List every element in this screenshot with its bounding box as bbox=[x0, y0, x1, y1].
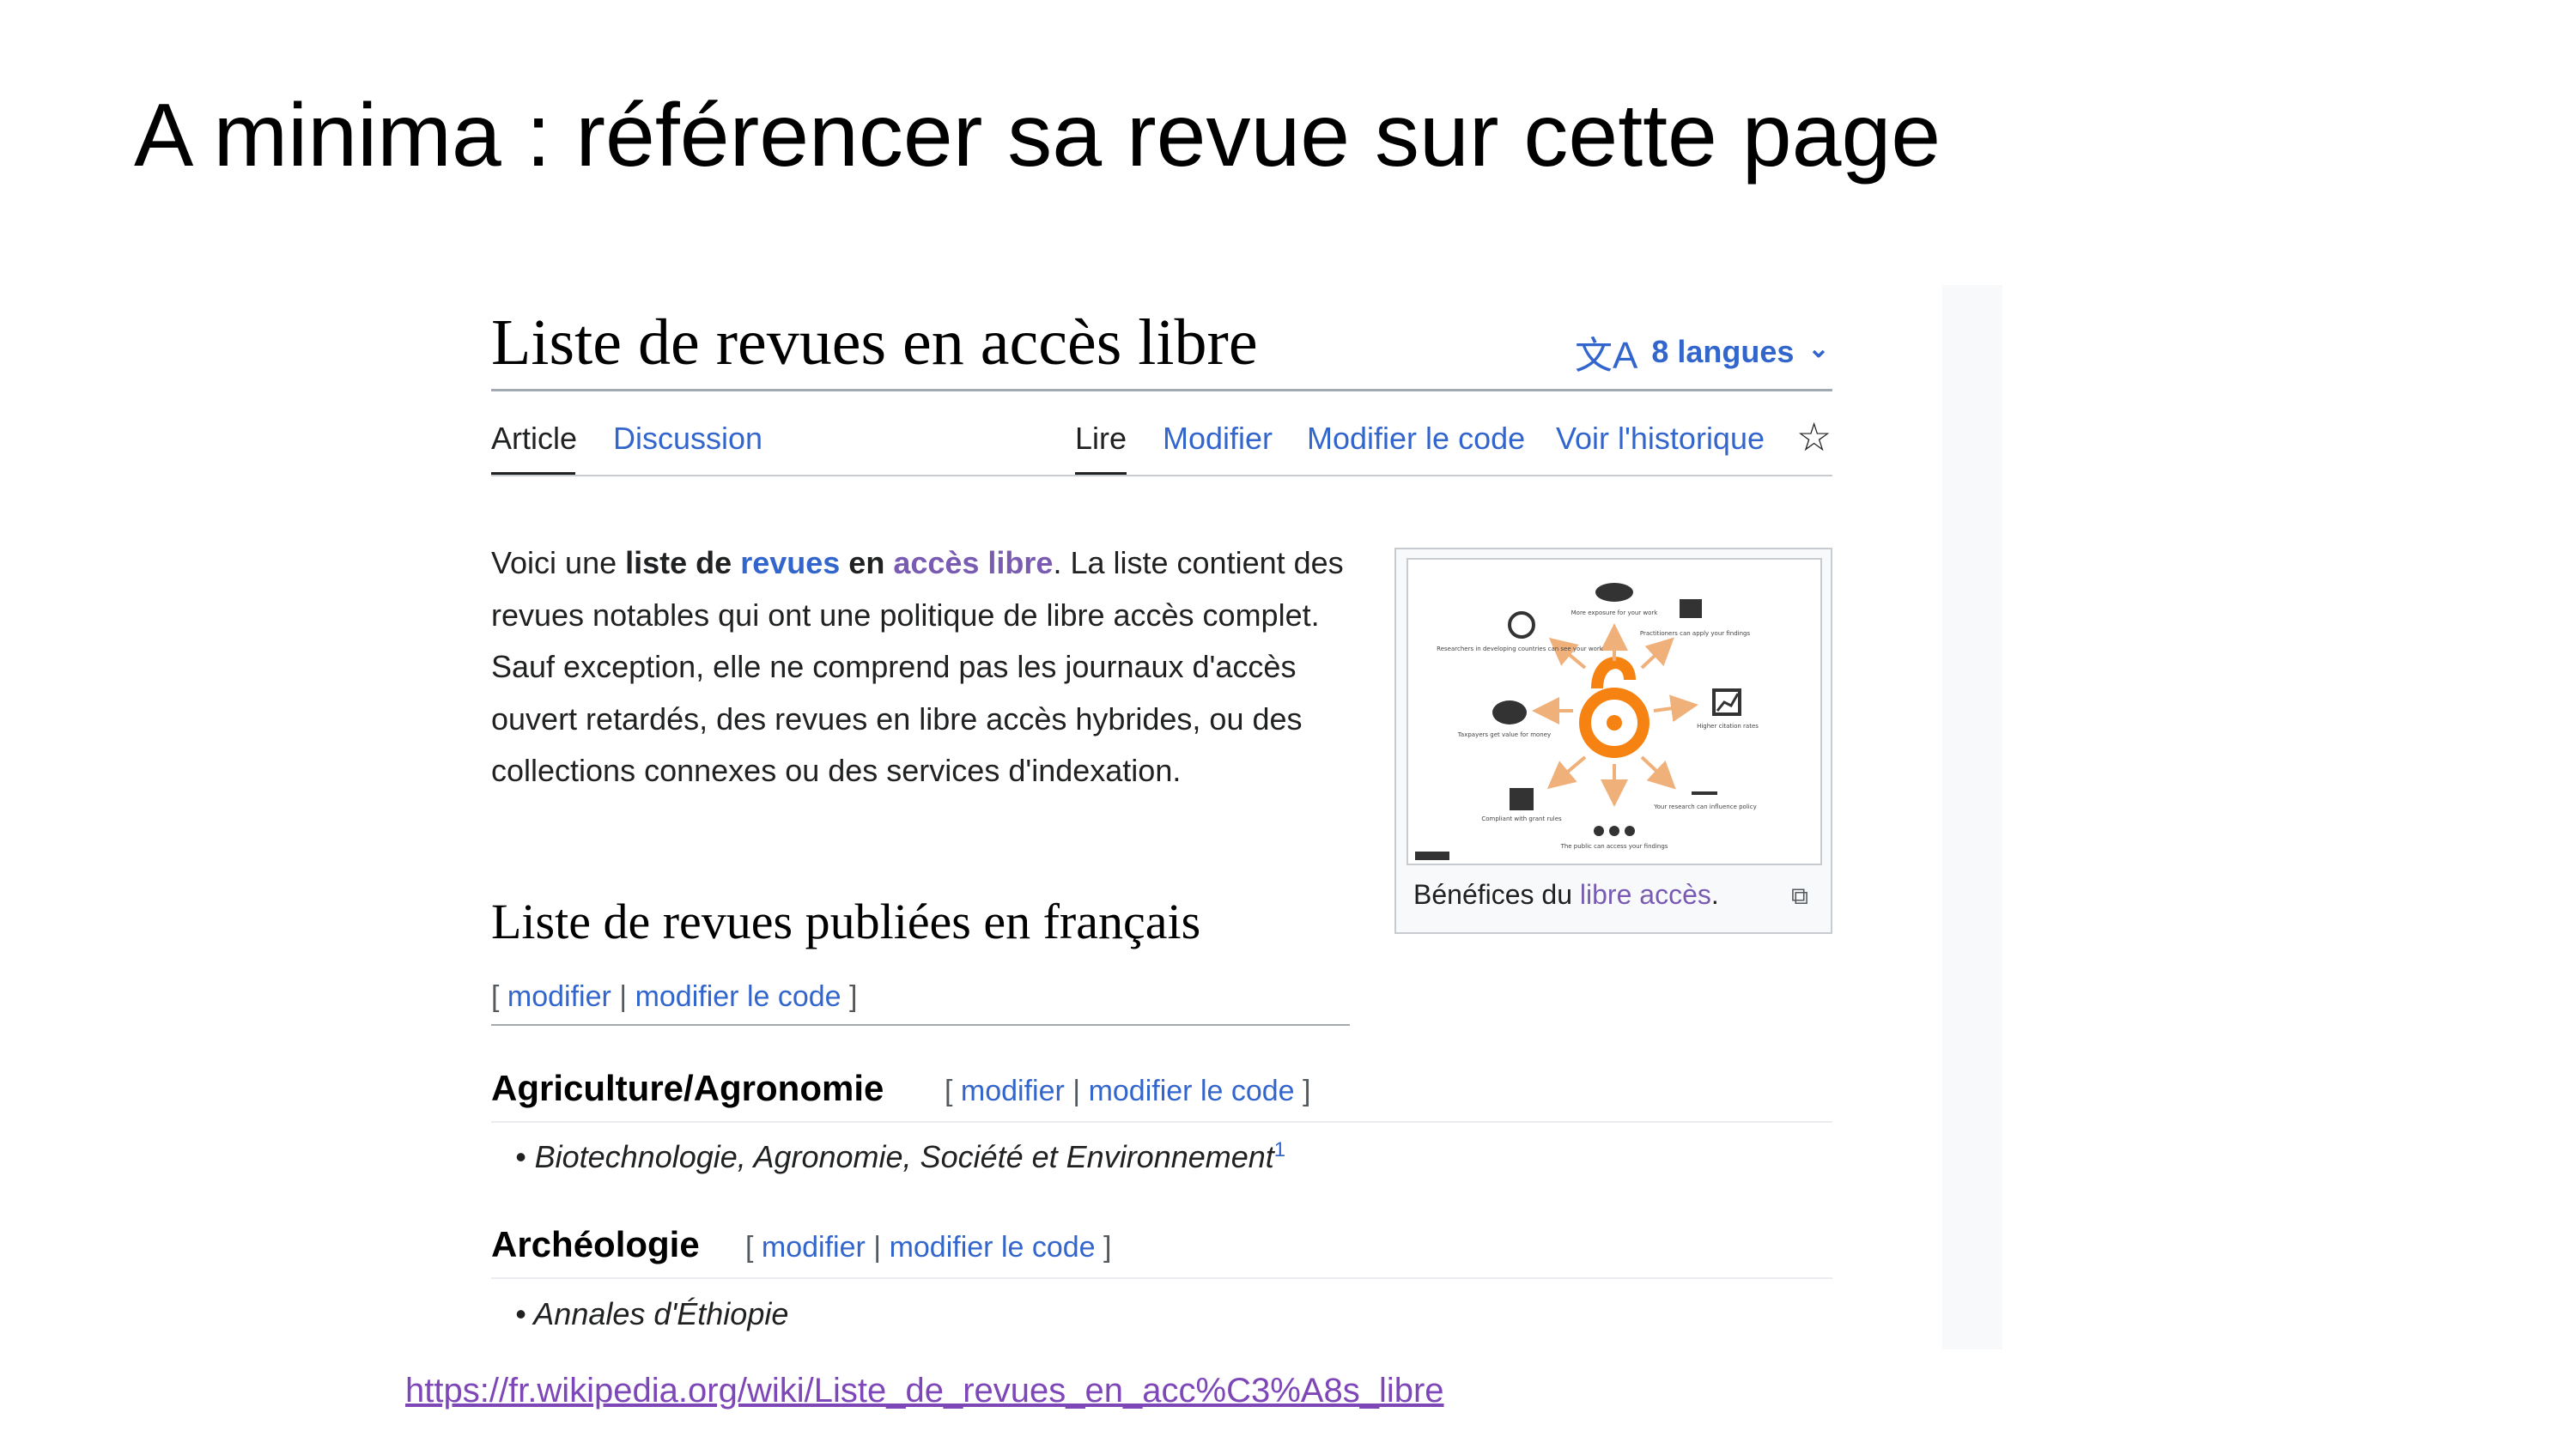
watch-star-icon[interactable]: ☆ bbox=[1796, 414, 1832, 460]
fig-label-top-left: Researchers in developing countries can … bbox=[1437, 646, 1604, 652]
scales-icon bbox=[1692, 791, 1717, 795]
editsec-bracket-close: ] bbox=[1294, 1075, 1311, 1107]
list-item: • Biotechnologie, Agronomie, Société et … bbox=[515, 1138, 1286, 1174]
certificate-icon bbox=[1510, 788, 1534, 810]
caption-period: . bbox=[1710, 879, 1719, 910]
edit-link[interactable]: modifier bbox=[762, 1231, 866, 1264]
journal-title: Biotechnologie, Agronomie, Société et En… bbox=[534, 1139, 1274, 1174]
intro-text: Voici une bbox=[491, 545, 626, 580]
intro-space bbox=[732, 545, 740, 580]
intro-text-rest: . La liste contient des revues notables … bbox=[491, 545, 1344, 788]
enlarge-icon[interactable]: ⧉ bbox=[1791, 882, 1808, 911]
translate-icon: 文A bbox=[1575, 335, 1638, 377]
subsection-archeologie-heading: Archéologie bbox=[491, 1224, 700, 1264]
journal-title: Annales d'Éthiopie bbox=[533, 1296, 789, 1331]
editsec-bracket-open: [ bbox=[491, 980, 507, 1013]
section-divider bbox=[491, 1024, 1350, 1026]
tab-article[interactable]: Article bbox=[491, 421, 577, 457]
tab-discussion[interactable]: Discussion bbox=[613, 421, 762, 457]
tab-voir-historique[interactable]: Voir l'historique bbox=[1556, 421, 1765, 457]
languages-label: 8 langues bbox=[1651, 334, 1795, 369]
license-badge-icon bbox=[1415, 852, 1449, 860]
tab-modifier[interactable]: Modifier bbox=[1163, 421, 1273, 457]
sidebar-strip bbox=[1942, 285, 2002, 1349]
tab-lire[interactable]: Lire bbox=[1075, 421, 1127, 457]
slide-title: A minima : référencer sa revue sur cette… bbox=[134, 86, 1941, 185]
editsec-separator: | bbox=[611, 980, 635, 1013]
reference-link[interactable]: 1 bbox=[1274, 1138, 1285, 1161]
page-title: Liste de revues en accès libre bbox=[491, 306, 1258, 379]
presentation-icon bbox=[1680, 599, 1702, 618]
fig-label-bottom-left: Compliant with grant rules bbox=[1481, 815, 1562, 822]
editsec-separator: | bbox=[865, 1231, 890, 1264]
fig-label-right: Higher citation rates bbox=[1697, 723, 1759, 730]
subsection-agriculture-heading: Agriculture/Agronomie bbox=[491, 1068, 884, 1108]
edit-source-link[interactable]: modifier le code bbox=[890, 1231, 1096, 1264]
link-acces-libre[interactable]: accès libre bbox=[893, 545, 1053, 580]
subsection-archeologie-edit-links: [ modifier | modifier le code ] bbox=[745, 1231, 1112, 1264]
tabs-divider bbox=[491, 475, 1832, 476]
figure-thumbnail: More exposure for your work Practitioner… bbox=[1394, 548, 1832, 934]
editsec-bracket-open: [ bbox=[945, 1075, 961, 1107]
people-icon bbox=[1594, 826, 1604, 836]
list-item: • Annales d'Éthiopie bbox=[515, 1296, 789, 1331]
editsec-bracket-close: ] bbox=[841, 980, 858, 1013]
intro-bold-liste: liste de bbox=[625, 545, 732, 580]
figure-image[interactable]: More exposure for your work Practitioner… bbox=[1406, 558, 1822, 865]
subsection-divider bbox=[491, 1121, 1832, 1123]
chevron-down-icon: ⌄ bbox=[1807, 334, 1830, 363]
tab-modifier-le-code[interactable]: Modifier le code bbox=[1307, 421, 1525, 457]
fig-label-bottom: The public can access your findings bbox=[1560, 843, 1668, 850]
edit-link[interactable]: modifier bbox=[961, 1075, 1065, 1107]
section-heading: Liste de revues publiées en français bbox=[491, 894, 1201, 949]
heading-divider bbox=[491, 389, 1832, 391]
open-access-benefits-diagram: More exposure for your work Practitioner… bbox=[1415, 583, 1759, 860]
source-url-link[interactable]: https://fr.wikipedia.org/wiki/Liste_de_r… bbox=[405, 1372, 1444, 1410]
editsec-bracket-open: [ bbox=[745, 1231, 762, 1264]
caption-text: Bénéfices du bbox=[1413, 879, 1580, 910]
edit-source-link[interactable]: modifier le code bbox=[635, 980, 841, 1013]
piggy-bank-icon bbox=[1492, 700, 1527, 724]
section-edit-links: [ modifier | modifier le code ] bbox=[491, 980, 858, 1014]
fig-label-top: More exposure for your work bbox=[1571, 609, 1659, 616]
subsection-agriculture-edit-links: [ modifier | modifier le code ] bbox=[945, 1075, 1311, 1108]
subsection-divider bbox=[491, 1277, 1832, 1279]
edit-source-link[interactable]: modifier le code bbox=[1089, 1075, 1295, 1107]
open-access-lock-icon bbox=[1579, 657, 1649, 758]
figure-caption: Bénéfices du libre accès. bbox=[1413, 879, 1719, 911]
caption-link-libre-acces[interactable]: libre accès bbox=[1580, 879, 1711, 910]
languages-button[interactable]: 文A 8 langues ⌄ bbox=[1575, 324, 1830, 379]
eye-icon bbox=[1595, 583, 1633, 602]
editsec-bracket-close: ] bbox=[1095, 1231, 1112, 1264]
intro-bold-en: en bbox=[840, 545, 894, 580]
fig-label-left: Taxpayers get value for money bbox=[1457, 731, 1551, 738]
editsec-separator: | bbox=[1064, 1075, 1089, 1107]
edit-link[interactable]: modifier bbox=[507, 980, 611, 1013]
globe-icon bbox=[1508, 611, 1535, 639]
intro-paragraph: Voici une liste de revues en accès libre… bbox=[491, 537, 1358, 797]
fig-label-bottom-right: Your research can influence policy bbox=[1653, 803, 1756, 810]
fig-label-top-right: Practitioners can apply your findings bbox=[1640, 630, 1751, 637]
link-revues[interactable]: revues bbox=[740, 545, 840, 580]
